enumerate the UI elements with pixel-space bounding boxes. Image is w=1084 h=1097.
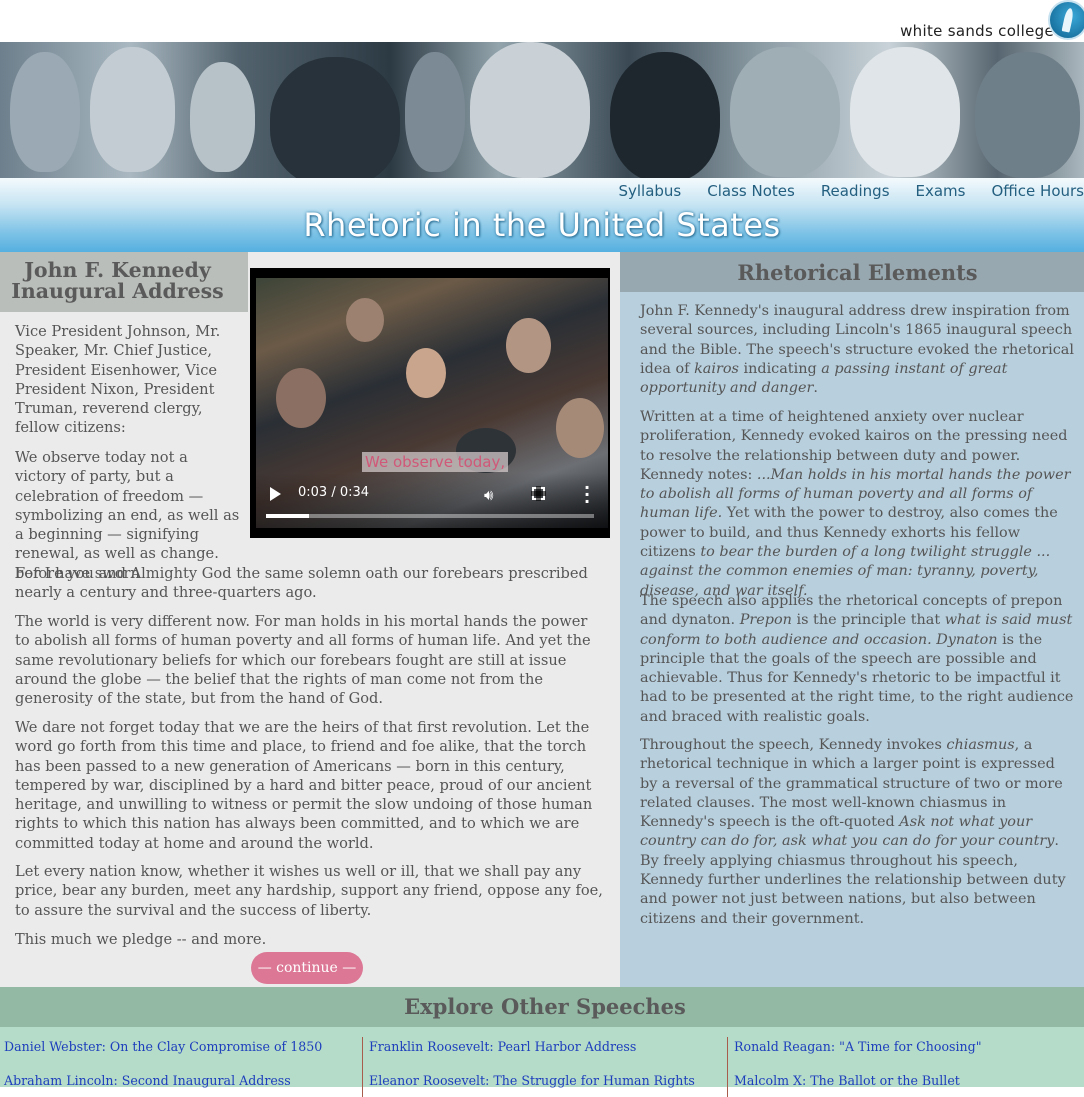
speech-link[interactable]: Eleanor Roosevelt: The Struggle for Huma… [369, 1073, 695, 1088]
speech-link[interactable]: Daniel Webster: On the Clay Compromise o… [4, 1039, 322, 1054]
speech-salutation: Vice President Johnson, Mr. Speaker, Mr.… [15, 322, 240, 438]
main-nav: Syllabus Class Notes Readings Exams Offi… [605, 182, 1084, 200]
nav-class-notes[interactable]: Class Notes [694, 182, 808, 200]
speech-heading-line1: John F. Kennedy [0, 260, 235, 281]
rhetoric-panel: Rhetorical Elements John F. Kennedy's in… [620, 252, 1084, 987]
column-divider [727, 1037, 728, 1097]
video-controls: 0:03 / 0:34 🔊︎ ··· [256, 473, 608, 528]
nav-exams[interactable]: Exams [903, 182, 979, 200]
nav-readings[interactable]: Readings [808, 182, 903, 200]
nav-office-hours[interactable]: Office Hours [979, 182, 1084, 200]
speech-list-column-1: Daniel Webster: On the Clay Compromise o… [0, 1037, 360, 1097]
speech-list-column-3: Ronald Reagan: "A Time for Choosing" Mal… [730, 1037, 1084, 1097]
speech-paragraph-1b: before you and Almighty God the same sol… [15, 564, 605, 603]
wave-logo-icon[interactable] [1048, 0, 1084, 40]
speech-paragraph-3: We dare not forget today that we are the… [15, 718, 605, 853]
rhetoric-heading: Rhetorical Elements [620, 260, 1084, 285]
speech-paragraph-4: Let every nation know, whether it wishes… [15, 862, 605, 920]
speech-paragraph-1a: We observe today not a victory of party,… [15, 448, 240, 583]
rhetoric-paragraph-2: Written at a time of heightened anxiety … [640, 408, 1076, 601]
rhetoric-paragraph-1: John F. Kennedy's inaugural address drew… [640, 302, 1076, 398]
video-progress-fill [266, 514, 309, 518]
brand-name[interactable]: white sands college [900, 22, 1054, 40]
speech-heading-box: John F. Kennedy Inaugural Address [0, 252, 248, 312]
explore-heading: Explore Other Speeches [0, 994, 1084, 1019]
title-bar: Syllabus Class Notes Readings Exams Offi… [0, 178, 1084, 252]
nav-syllabus[interactable]: Syllabus [605, 182, 694, 200]
video-progress-bar[interactable] [266, 514, 594, 518]
play-icon[interactable] [270, 487, 281, 501]
speech-list-column-2: Franklin Roosevelt: Pearl Harbor Address… [365, 1037, 725, 1097]
more-options-icon[interactable]: ··· [584, 484, 590, 505]
rhetoric-heading-box: Rhetorical Elements [620, 252, 1084, 292]
site-title: Rhetoric in the United States [0, 206, 1084, 244]
speech-link[interactable]: Franklin Roosevelt: Pearl Harbor Address [369, 1039, 636, 1054]
video-caption: We observe today, [362, 452, 508, 472]
speech-heading-line2: Inaugural Address [0, 281, 235, 302]
explore-section: Explore Other Speeches Daniel Webster: O… [0, 987, 1084, 1087]
portrait-banner [0, 42, 1084, 178]
rhetoric-paragraph-4: Throughout the speech, Kennedy invokes c… [640, 736, 1076, 929]
speech-heading: John F. Kennedy Inaugural Address [0, 260, 235, 302]
speech-paragraph-2: The world is very different now. For man… [15, 612, 605, 708]
top-bar: white sands college [0, 0, 1084, 42]
rhetoric-paragraph-3: The speech also applies the rhetorical c… [640, 592, 1076, 727]
video-time: 0:03 / 0:34 [298, 485, 369, 500]
speech-link[interactable]: Malcolm X: The Ballot or the Bullet [734, 1073, 960, 1088]
explore-heading-box: Explore Other Speeches [0, 987, 1084, 1027]
speech-link[interactable]: Abraham Lincoln: Second Inaugural Addres… [4, 1073, 291, 1088]
column-divider [362, 1037, 363, 1097]
video-player[interactable]: We observe today, 0:03 / 0:34 🔊︎ ··· [250, 268, 610, 538]
fullscreen-icon[interactable] [532, 487, 545, 500]
continue-button[interactable]: — continue — [251, 952, 363, 984]
speech-link[interactable]: Ronald Reagan: "A Time for Choosing" [734, 1039, 982, 1054]
speech-paragraph-5: This much we pledge -- and more. [15, 930, 605, 949]
volume-icon[interactable]: 🔊︎ [484, 486, 493, 504]
speech-panel: John F. Kennedy Inaugural Address We obs… [0, 252, 620, 987]
